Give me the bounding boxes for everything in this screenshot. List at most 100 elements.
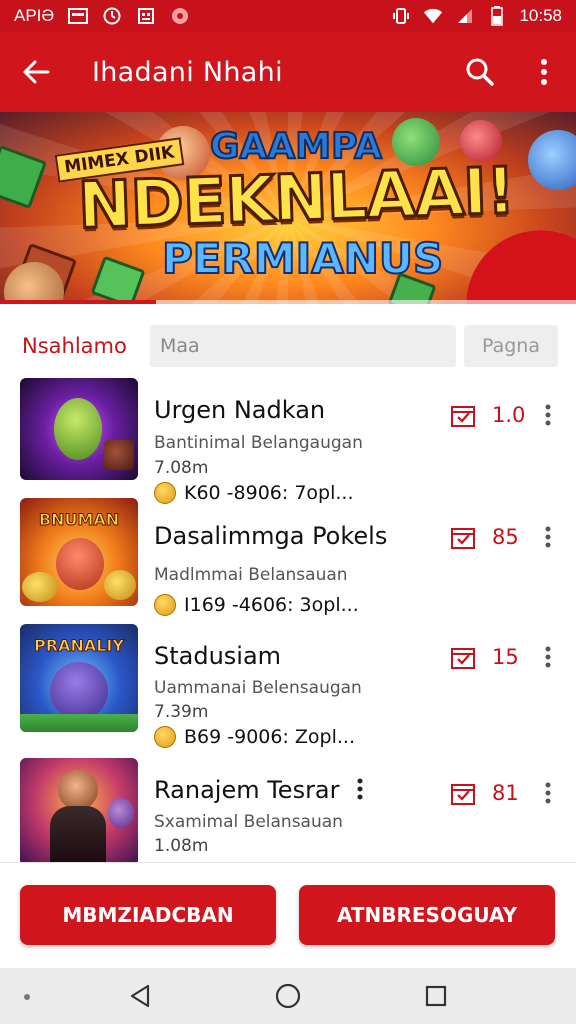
thumbnail-character xyxy=(56,538,104,590)
item-count: 81 xyxy=(492,781,519,805)
item-subtitle: Sxamimal Belansauan xyxy=(154,812,343,832)
item-subtitle: Uammanai Belensaugan xyxy=(154,678,362,698)
thumbnail-character-body xyxy=(50,806,106,862)
thumbnail-coin-pile xyxy=(104,570,136,600)
more-vertical-icon xyxy=(545,526,551,548)
more-vertical-icon xyxy=(545,782,551,804)
thumbnail-title: BNUMAN xyxy=(38,510,120,529)
item-count: 15 xyxy=(492,645,519,669)
calendar-check-icon xyxy=(451,406,475,427)
item-size: 1.08m xyxy=(154,836,209,856)
game-thumbnail: PRANALIY xyxy=(20,624,138,732)
item-meta-text: B69 -9006: Zopl... xyxy=(184,726,355,748)
clock-icon xyxy=(102,7,122,25)
item-subtitle: Bantinimal Belangaugan xyxy=(154,433,363,453)
item-title: Urgen Nadkan xyxy=(154,396,326,424)
filter-input[interactable] xyxy=(150,325,456,367)
bottom-actions: MBMZIADCBAN ATNBRESOGUAY xyxy=(0,863,576,968)
battery-icon xyxy=(487,6,507,26)
calendar-check-icon xyxy=(451,784,475,805)
game-list: Urgen Nadkan Bantinimal Belangaugan 7.08… xyxy=(0,370,576,862)
item-more-button[interactable] xyxy=(536,522,560,552)
nav-home-button[interactable] xyxy=(272,980,304,1012)
thumbnail-character xyxy=(58,770,98,810)
coin-icon xyxy=(154,594,176,616)
more-vertical-icon xyxy=(545,404,551,426)
status-right: 10:58 xyxy=(391,6,562,26)
thumbnail-decoration xyxy=(104,440,134,470)
primary-left-button[interactable]: MBMZIADCBAN xyxy=(20,885,276,945)
nav-indicator-dot xyxy=(24,994,30,1000)
calendar-check-icon xyxy=(451,648,475,669)
list-item[interactable]: Ranajem Tesrar Sxamimal Belansauan 1.08m… xyxy=(0,758,576,862)
item-badge[interactable]: 81 xyxy=(450,780,519,806)
overflow-menu-button[interactable] xyxy=(512,32,576,112)
circle-home-icon xyxy=(275,983,301,1009)
banner-slide-indicator-fill xyxy=(0,300,156,304)
calendar-check-icon xyxy=(451,528,475,549)
more-vertical-icon xyxy=(541,59,547,85)
system-nav-bar xyxy=(0,968,576,1024)
nav-back-button[interactable] xyxy=(124,980,156,1012)
filter-label[interactable]: Nsahlamo xyxy=(22,334,150,358)
more-vertical-icon xyxy=(545,646,551,668)
item-meta: B69 -9006: Zopl... xyxy=(154,726,355,748)
game-notification-icon xyxy=(170,7,190,25)
thumbnail-decoration xyxy=(108,798,134,828)
app-bar: Ihadani Nhahi xyxy=(0,32,576,112)
title-more-button[interactable] xyxy=(348,774,372,804)
thumbnail-character xyxy=(50,662,108,720)
wifi-icon xyxy=(423,7,443,25)
list-item[interactable]: PRANALIY Stadusiam Uammanai Belensaugan … xyxy=(0,624,576,750)
item-meta: I169 -4606: 3opl... xyxy=(154,594,359,616)
item-title: Ranajem Tesrar xyxy=(154,776,340,804)
list-item[interactable]: BNUMAN Dasalimmga Pokels Madlmmai Belans… xyxy=(0,498,576,624)
game-thumbnail: BNUMAN xyxy=(20,498,138,606)
filter-button[interactable]: Pagna xyxy=(464,325,558,367)
promo-banner[interactable]: MIMEX DIIK GAAMPA NDEKNLAAI! PERMIANUS xyxy=(0,112,576,304)
item-title: Dasalimmga Pokels xyxy=(154,522,388,550)
item-more-button[interactable] xyxy=(536,642,560,672)
status-carrier-text: APIƏ xyxy=(14,6,55,25)
page-title: Ihadani Nhahi xyxy=(92,56,283,88)
item-size: 7.39m xyxy=(154,702,209,722)
primary-right-button[interactable]: ATNBRESOGUAY xyxy=(299,885,555,945)
search-button[interactable] xyxy=(448,32,512,112)
back-button[interactable] xyxy=(0,32,72,112)
thumbnail-coin-pile xyxy=(22,572,58,602)
thumbnail-grass xyxy=(20,714,138,732)
thumbnail-title: PRANALIY xyxy=(34,636,125,655)
thumbnail-character xyxy=(54,398,102,460)
status-left: APIƏ xyxy=(14,6,391,26)
status-bar: APIƏ 10:58 xyxy=(0,0,576,32)
coin-icon xyxy=(154,726,176,748)
calendar-icon xyxy=(136,7,156,25)
item-title: Stadusiam xyxy=(154,642,282,670)
item-meta-text: I169 -4606: 3opl... xyxy=(184,594,359,616)
item-more-button[interactable] xyxy=(536,778,560,808)
banner-slide-indicator xyxy=(0,300,576,304)
item-size: 7.08m xyxy=(154,458,209,478)
game-thumbnail xyxy=(20,758,138,862)
item-subtitle: Madlmmai Belansauan xyxy=(154,565,348,585)
item-badge[interactable]: 85 xyxy=(450,524,519,550)
banner-headline: NDEKNLAAI! xyxy=(75,153,517,245)
filter-row: Nsahlamo Pagna xyxy=(0,318,576,374)
game-thumbnail xyxy=(20,378,138,480)
arrow-left-icon xyxy=(23,60,50,84)
search-icon xyxy=(466,58,494,86)
item-more-button[interactable] xyxy=(536,400,560,430)
nav-recents-button[interactable] xyxy=(420,980,452,1012)
list-item[interactable]: Urgen Nadkan Bantinimal Belangaugan 7.08… xyxy=(0,378,576,504)
item-badge[interactable]: 1.0 xyxy=(450,402,525,428)
square-recents-icon xyxy=(425,985,447,1007)
banner-subheadline: PERMIANUS xyxy=(161,233,444,284)
item-count: 85 xyxy=(492,525,519,549)
message-icon xyxy=(68,7,89,25)
more-vertical-icon xyxy=(357,778,363,800)
item-count: 1.0 xyxy=(492,403,526,427)
item-badge[interactable]: 15 xyxy=(450,644,519,670)
triangle-back-icon xyxy=(130,984,150,1008)
signal-icon xyxy=(455,7,475,25)
status-time: 10:58 xyxy=(519,6,562,25)
